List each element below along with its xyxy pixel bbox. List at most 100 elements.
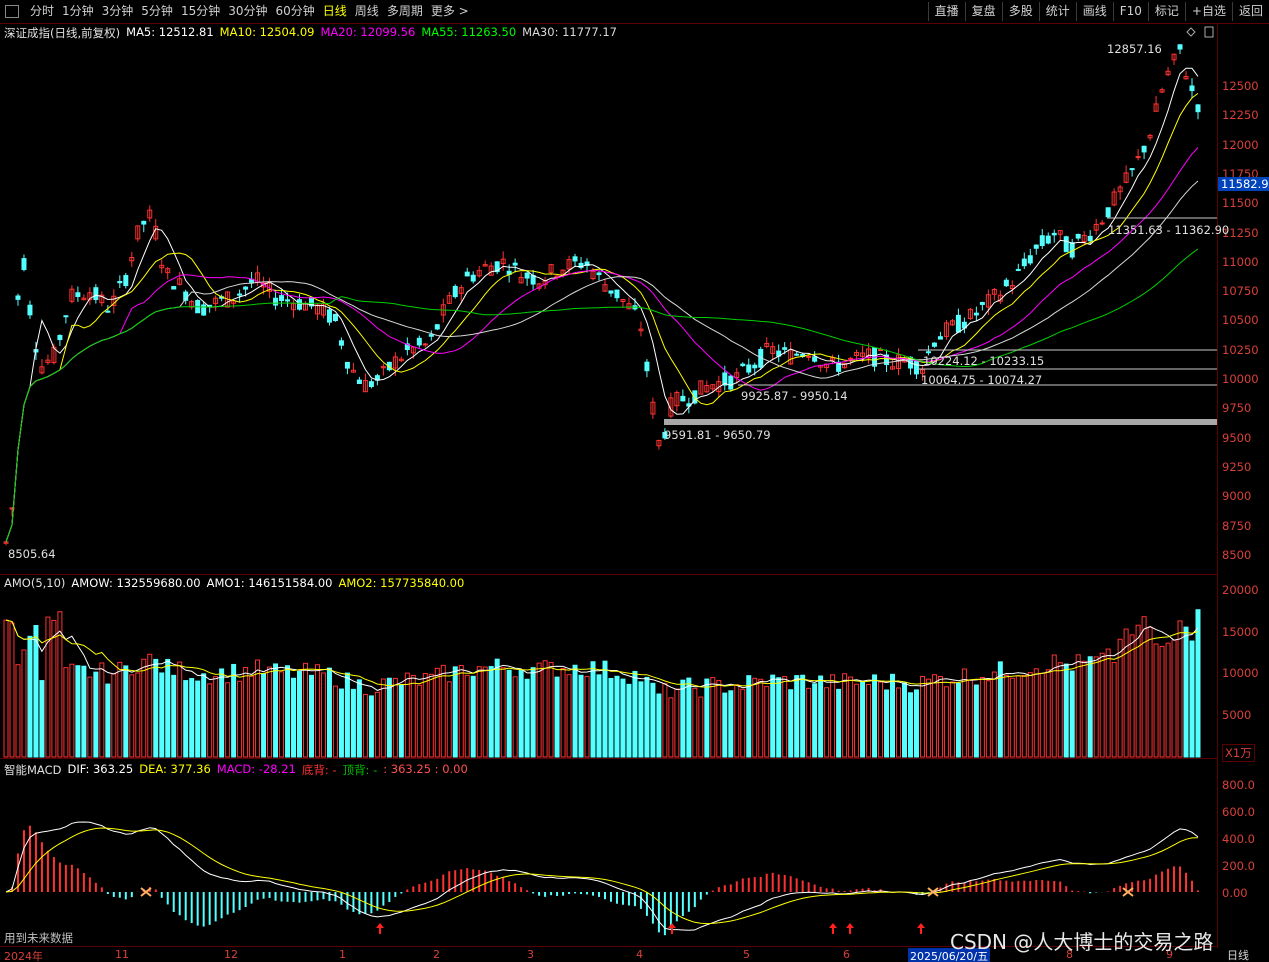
volume-bar [1171, 639, 1177, 758]
volume-bar [866, 683, 872, 758]
candle-body [979, 302, 985, 305]
candle-body [1135, 156, 1141, 159]
candle-body [524, 272, 530, 279]
volume-bar [1183, 626, 1189, 758]
main-info-bar: 深证成指(日线,前复权) MA5: 12512.81 MA10: 12504.0… [4, 25, 623, 41]
candle-body [1003, 279, 1009, 287]
volume-bar [422, 673, 428, 758]
volume-bar [392, 677, 398, 758]
candle-body [572, 256, 578, 262]
volume-bar [644, 676, 650, 758]
volume-bar [219, 668, 225, 758]
candle-body [21, 258, 27, 270]
volume-bar [177, 661, 183, 758]
x-tick: 3 [527, 948, 534, 961]
volume-bar [925, 678, 931, 758]
volume-bar [638, 681, 644, 758]
candle-body [752, 364, 758, 369]
volume-bar [1099, 652, 1105, 758]
candle-body [428, 334, 434, 337]
volume-bar [87, 676, 93, 758]
ma30-label: MA30: 11777.17 [522, 25, 617, 39]
candle-body [1141, 145, 1147, 153]
x-tick: 2 [433, 948, 440, 961]
panel-toggle-icon [1204, 26, 1214, 38]
y-axis-separator [1217, 24, 1218, 948]
price-tick: 8500 [1222, 547, 1252, 562]
candle-body [279, 295, 285, 302]
volume-bar [1063, 663, 1069, 758]
volume-bar [15, 664, 21, 758]
dif-label: DIF: 363.25 [67, 762, 134, 776]
price-tick: 10750 [1222, 284, 1259, 299]
volume-bar [183, 680, 189, 758]
price-tick: 9250 [1222, 459, 1252, 474]
volume-bar [470, 675, 476, 758]
volume-bar [788, 689, 794, 758]
volume-bar [1075, 654, 1081, 758]
volume-bar [1039, 672, 1045, 758]
volume-bar [872, 674, 878, 758]
volume-bar [105, 683, 111, 758]
candle-body [470, 274, 476, 282]
ma10-line [5, 93, 1199, 543]
volume-bar [117, 661, 123, 758]
volume-bar [285, 665, 291, 758]
price-tick: 12500 [1222, 79, 1259, 93]
candle-body [1063, 236, 1069, 253]
volume-bar [27, 635, 33, 758]
volume-bar [380, 678, 386, 758]
volume-bar [973, 684, 979, 758]
kline-chart[interactable] [0, 0, 1269, 962]
volume-bar [548, 661, 554, 758]
ma55-label: MA55: 11263.50 [421, 25, 517, 39]
volume-bar [758, 678, 764, 758]
volume-bar [854, 683, 860, 758]
candle-body [93, 287, 99, 301]
amo1-label: AMO1: 146151584.00 [206, 576, 333, 590]
candle-body [1039, 235, 1045, 247]
top-divergence-label: 顶背: - [342, 763, 378, 777]
volume-bar [1159, 645, 1165, 758]
volume-bar [704, 678, 710, 758]
volume-bar [728, 690, 734, 758]
volume-bar [93, 671, 99, 758]
volume-bar [225, 682, 231, 758]
volume-bar [201, 673, 207, 758]
diamond-icon [1186, 27, 1196, 37]
volume-bar [1105, 648, 1111, 758]
volume-bar [458, 664, 464, 758]
volume-bar [1009, 677, 1015, 758]
volume-bar [554, 676, 560, 758]
volume-bar [195, 680, 201, 758]
volume-bar [776, 677, 782, 758]
volume-bar [231, 663, 237, 758]
volume-bar [1015, 675, 1021, 758]
volume-bar [39, 680, 45, 758]
volume-bar [698, 696, 704, 758]
candle-body [596, 272, 602, 276]
candle-body [1105, 207, 1111, 218]
low-price-annotation: 8505.64 [8, 547, 56, 561]
macd-extra-label: : 363.25 : 0.00 [383, 762, 468, 776]
volume-bar [129, 674, 135, 758]
macd-tick: 400.0 [1222, 832, 1255, 846]
volume-bar [123, 665, 129, 758]
candle-body [464, 271, 470, 277]
macd-tick: 600.0 [1222, 805, 1255, 819]
volume-bar [716, 680, 722, 758]
candle-body [1189, 85, 1195, 92]
volume-bar [955, 682, 961, 758]
volume-bar [656, 693, 662, 758]
volume-bar [494, 658, 500, 758]
volume-bar [602, 660, 608, 758]
candle-body [1099, 222, 1105, 225]
buy-signal-arrow [846, 923, 854, 934]
amo-info-bar: AMO(5,10) AMOW: 132559680.00 AMO1: 14615… [4, 576, 470, 590]
candle-body [925, 351, 931, 354]
price-tick: 12250 [1222, 108, 1259, 123]
volume-bar [890, 673, 896, 758]
volume-bar [69, 663, 75, 758]
volume-bar [291, 677, 297, 758]
volume-bar [626, 683, 632, 758]
